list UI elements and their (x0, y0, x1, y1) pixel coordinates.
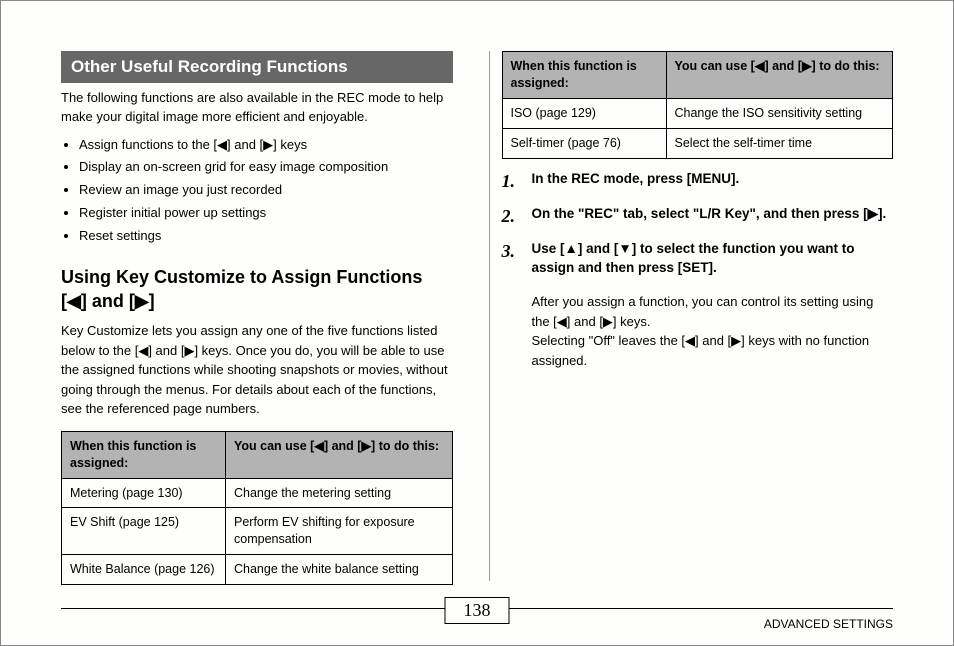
subsection-body: Key Customize lets you assign any one of… (61, 321, 453, 419)
list-item: Reset settings (79, 226, 453, 247)
step-text: On the "REC" tab, select "L/R Key", and … (532, 206, 887, 221)
step-number: 3. (502, 239, 524, 278)
table-header-cell: When this function is assigned: (62, 431, 226, 478)
step-number: 1. (502, 169, 524, 194)
step-text: In the REC mode, press [MENU]. (532, 171, 740, 186)
function-table-right: When this function is assigned: You can … (502, 51, 894, 159)
table-row: Metering (page 130) Change the metering … (62, 478, 453, 508)
table-cell: Change the white balance setting (226, 555, 453, 585)
right-column: When this function is assigned: You can … (489, 51, 894, 581)
list-item: Display an on-screen grid for easy image… (79, 157, 453, 178)
feature-bullet-list: Assign functions to the [◀] and [▶] keys… (61, 135, 453, 247)
intro-text: The following functions are also availab… (61, 89, 453, 127)
table-cell: Metering (page 130) (62, 478, 226, 508)
subsection-heading: Using Key Customize to Assign Functions … (61, 265, 453, 314)
table-cell: Change the ISO sensitivity setting (666, 98, 893, 128)
two-column-layout: Other Useful Recording Functions The fol… (61, 51, 893, 581)
section-header: Other Useful Recording Functions (61, 51, 453, 83)
step-detail-text: After you assign a function, you can con… (532, 292, 894, 370)
page-number: 138 (445, 597, 510, 624)
manual-page: Other Useful Recording Functions The fol… (0, 0, 954, 646)
left-column: Other Useful Recording Functions The fol… (61, 51, 465, 581)
table-cell: Change the metering setting (226, 478, 453, 508)
table-row: White Balance (page 126) Change the whit… (62, 555, 453, 585)
table-row: ISO (page 129) Change the ISO sensitivit… (502, 98, 893, 128)
table-cell: Self-timer (page 76) (502, 128, 666, 158)
table-row: Self-timer (page 76) Select the self-tim… (502, 128, 893, 158)
list-item: Assign functions to the [◀] and [▶] keys (79, 135, 453, 156)
table-header-cell: When this function is assigned: (502, 52, 666, 99)
table-cell: Perform EV shifting for exposure compens… (226, 508, 453, 555)
step-number: 2. (502, 204, 524, 229)
list-item: Review an image you just recorded (79, 180, 453, 201)
page-footer: 138 ADVANCED SETTINGS (61, 608, 893, 631)
table-cell: Select the self-timer time (666, 128, 893, 158)
step-item: 1. In the REC mode, press [MENU]. (502, 169, 894, 194)
table-row: EV Shift (page 125) Perform EV shifting … (62, 508, 453, 555)
step-text: Use [▲] and [▼] to select the function y… (532, 241, 855, 276)
instruction-steps: 1. In the REC mode, press [MENU]. 2. On … (502, 169, 894, 279)
list-item: Register initial power up settings (79, 203, 453, 224)
function-table-left: When this function is assigned: You can … (61, 431, 453, 585)
table-header-cell: You can use [◀] and [▶] to do this: (226, 431, 453, 478)
step-item: 2. On the "REC" tab, select "L/R Key", a… (502, 204, 894, 229)
table-cell: EV Shift (page 125) (62, 508, 226, 555)
table-cell: ISO (page 129) (502, 98, 666, 128)
step-item: 3. Use [▲] and [▼] to select the functio… (502, 239, 894, 278)
table-cell: White Balance (page 126) (62, 555, 226, 585)
table-header-cell: You can use [◀] and [▶] to do this: (666, 52, 893, 99)
